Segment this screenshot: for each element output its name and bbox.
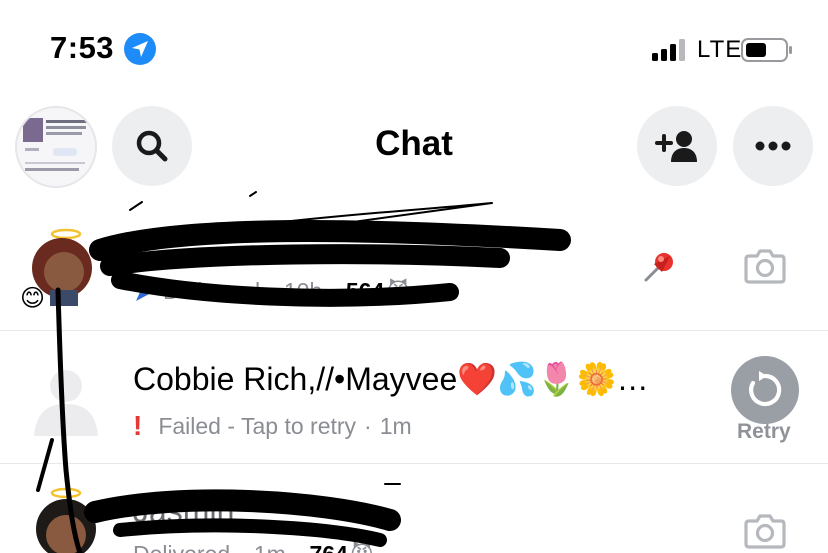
status-time: 1m: [379, 412, 412, 439]
retry-label[interactable]: Retry: [737, 420, 791, 444]
more-options-button[interactable]: [733, 106, 813, 186]
streak-emoji: 😈: [386, 278, 411, 304]
chat-name: Cobbie Rich,//•Mayvee❤️💦🌷🌼…: [133, 361, 649, 397]
more-icon: [755, 141, 791, 151]
chat-row[interactable]: 😊 Delivered · 10h · 564 😈: [0, 200, 828, 331]
signal-icon: [652, 39, 685, 61]
status-time: 10h: [283, 278, 323, 304]
status-bar: 7:53 LTE: [0, 0, 828, 100]
add-friend-icon: [655, 131, 697, 162]
friend-emoji: 😊: [20, 285, 46, 312]
status-time: 1m: [254, 541, 286, 553]
bitmoji-avatar: [26, 487, 104, 553]
chat-header: Chat: [0, 100, 828, 198]
chat-status-line: Delivered · 10h · 564 😈: [133, 278, 410, 305]
pin-icon: [644, 253, 673, 282]
failed-icon: !: [133, 410, 143, 441]
chat-status-line: Delivered · 1m · 764😈: [133, 541, 374, 553]
default-avatar-icon: [34, 370, 98, 436]
chat-status-line: ! Failed - Tap to retry · 1m: [133, 410, 412, 441]
retry-button[interactable]: [731, 356, 799, 424]
chat-name: Jasmin: [133, 493, 235, 529]
delivered-arrow-icon: [136, 282, 153, 301]
camera-icon[interactable]: [743, 511, 787, 551]
streak-emoji: 😈: [350, 541, 374, 553]
status-text: Delivered: [163, 278, 261, 304]
status-time: 7:53: [50, 30, 115, 65]
chat-row[interactable]: Jasmin Delivered · 1m · 764😈: [0, 465, 828, 553]
streak-count: 764: [309, 541, 347, 553]
status-text: Delivered: [133, 541, 230, 553]
battery-icon: [741, 38, 792, 62]
add-friend-button[interactable]: [637, 106, 717, 186]
location-arrow-icon: [124, 33, 156, 65]
streak-count: 564: [345, 278, 385, 304]
retry-icon: [749, 371, 782, 407]
camera-icon[interactable]: [743, 246, 787, 286]
chat-row[interactable]: Cobbie Rich,//•Mayvee❤️💦🌷🌼… ! Failed - T…: [0, 332, 828, 464]
network-type: LTE: [697, 36, 743, 63]
status-text: Failed - Tap to retry: [158, 412, 357, 439]
